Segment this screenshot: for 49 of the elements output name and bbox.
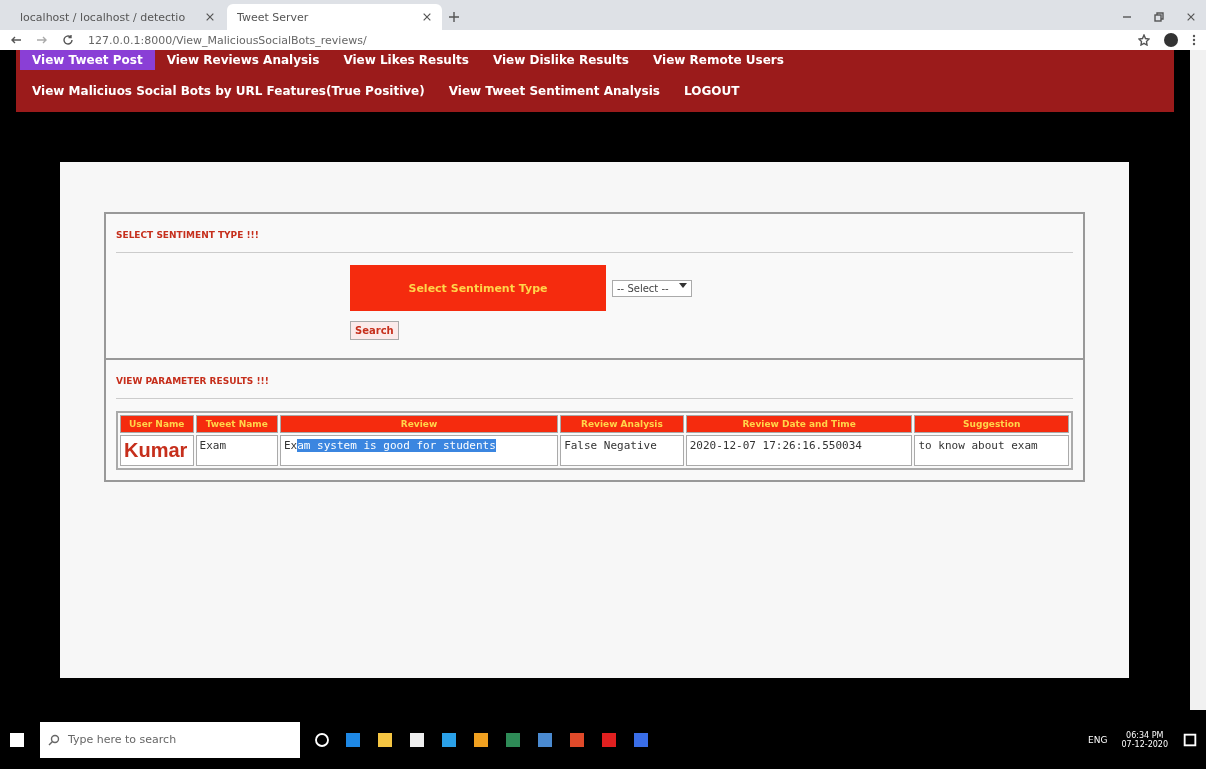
nav-link[interactable]: View Tweet Sentiment Analysis <box>436 70 672 112</box>
plus-icon[interactable] <box>448 11 460 23</box>
nav-link[interactable]: View Remote Users <box>641 50 796 70</box>
clock[interactable]: 06:34 PM 07-12-2020 <box>1121 730 1168 749</box>
notification-icon[interactable] <box>1182 731 1198 748</box>
close-icon[interactable] <box>422 12 432 22</box>
app-icon[interactable] <box>376 730 394 749</box>
sentiment-dropdown[interactable]: -- Select -- <box>612 279 692 297</box>
close-icon[interactable] <box>205 12 215 22</box>
menu-icon[interactable] <box>1192 34 1196 46</box>
table-cell: Kumar <box>120 435 194 466</box>
app-icon[interactable] <box>472 730 490 749</box>
nav-link[interactable]: View Dislike Results <box>480 50 641 70</box>
close-icon[interactable] <box>1186 12 1196 22</box>
back-icon[interactable] <box>10 34 22 46</box>
app-icon[interactable] <box>408 730 426 749</box>
section-heading: SELECT SENTIMENT TYPE !!! <box>116 230 1073 253</box>
column-header: User Name <box>120 415 194 433</box>
caret-icon <box>678 282 687 289</box>
star-icon[interactable] <box>1138 34 1150 46</box>
search-button[interactable]: Search <box>350 321 399 340</box>
field-label: Select Sentiment Type <box>350 265 606 311</box>
nav-link[interactable]: View Likes Results <box>331 50 481 70</box>
column-header: Review <box>279 415 559 433</box>
browser-tab[interactable]: localhost / localhost / detectio <box>10 4 225 30</box>
table-cell: to know about exam <box>914 435 1069 466</box>
nav-link[interactable]: View Tweet Post <box>20 50 155 70</box>
nav-link[interactable]: View Maliciuos Social Bots by URL Features(True Positive) <box>20 70 437 112</box>
table-cell: Exam <box>195 435 278 466</box>
section-heading: VIEW PARAMETER RESULTS !!! <box>116 376 1073 399</box>
column-header: Review Date and Time <box>685 415 913 433</box>
taskbar-search-field[interactable]: Type here to search <box>40 721 300 758</box>
restore-icon[interactable] <box>1153 11 1165 23</box>
search-icon[interactable] <box>48 733 60 746</box>
table-cell: Exam system is good for students <box>279 435 559 466</box>
avatar-icon[interactable] <box>1164 33 1178 47</box>
browser-tab[interactable]: Tweet Server <box>227 4 442 30</box>
nav-link[interactable]: LOGOUT <box>671 70 752 112</box>
table-cell: 2020-12-07 17:26:16.550034 <box>685 435 913 466</box>
column-header: Tweet Name <box>195 415 278 433</box>
column-header: Review Analysis <box>560 415 684 433</box>
language-indicator[interactable]: ENG <box>1088 734 1108 745</box>
table-cell: False Negative <box>560 435 684 466</box>
column-header: Suggestion <box>914 415 1069 433</box>
nav-link[interactable]: View Reviews Analysis <box>154 50 332 70</box>
app-icon[interactable] <box>440 730 458 749</box>
circle-icon[interactable] <box>314 731 330 748</box>
reload-icon[interactable] <box>62 34 74 46</box>
scrollbar[interactable] <box>1190 50 1206 710</box>
